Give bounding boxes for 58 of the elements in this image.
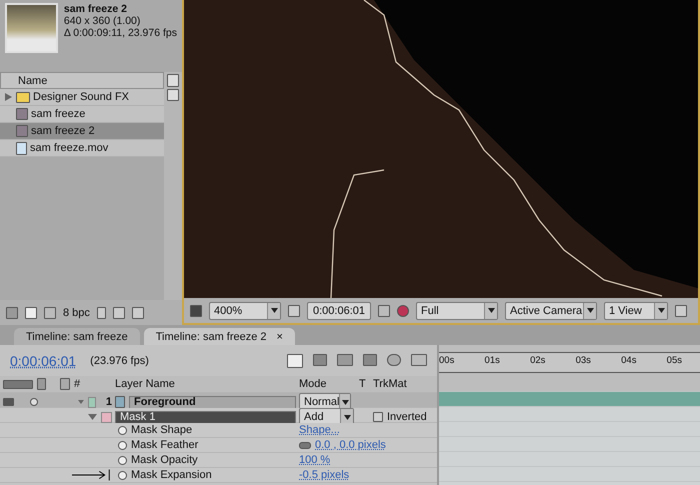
work-area-bar[interactable] [439, 345, 700, 353]
inverted-checkbox[interactable] [373, 412, 383, 422]
expand-icon[interactable] [4, 93, 13, 101]
view-layout-dropdown[interactable]: 1 View [604, 302, 668, 320]
ruler-tick: 00s [439, 355, 454, 366]
property-name: Mask Feather [131, 439, 198, 451]
zoom-dropdown[interactable]: 400% [209, 302, 281, 320]
ruler-tick: 04s [621, 355, 636, 366]
composition-name: sam freeze 2 [64, 3, 128, 15]
expand-icon[interactable] [88, 413, 97, 421]
mode-column-header: Mode [298, 377, 328, 392]
property-name: Mask Expansion [131, 469, 212, 481]
caret-icon[interactable] [586, 308, 594, 313]
composition-duration: Δ 0:00:09:11, 23.976 fps [64, 27, 177, 39]
layer-name-column-header: Layer Name [114, 377, 176, 392]
ruler-tick: 02s [530, 355, 546, 366]
timecode-field[interactable]: 0:00:06:01 [307, 302, 371, 320]
timeline-tab[interactable]: Timeline: sam freeze [14, 328, 140, 345]
current-time[interactable]: 0:00:06:01 [10, 352, 76, 368]
name-column-header[interactable]: Name [0, 72, 164, 89]
project-item[interactable]: sam freeze [0, 106, 164, 123]
camera-dropdown[interactable]: Active Camera [505, 302, 597, 320]
property-name: Mask Opacity [131, 454, 198, 466]
t-column-header: T [358, 377, 367, 392]
number-column-header: # [74, 378, 80, 390]
timeline-tab[interactable]: Timeline: sam freeze 2 × [144, 328, 295, 345]
resolution-dropdown[interactable]: Full [416, 302, 498, 320]
label-swatch[interactable] [88, 396, 96, 408]
frame-rate: (23.976 fps) [90, 354, 149, 366]
ruler-tick: 03s [576, 355, 591, 366]
caret-icon[interactable] [488, 308, 494, 313]
mask-name[interactable]: Mask 1 [115, 410, 296, 424]
project-item[interactable]: sam freeze 2 [0, 123, 164, 140]
composition-dimensions: 640 x 360 (1.00) [64, 15, 142, 27]
inverted-label: Inverted [387, 411, 427, 423]
photo-placeholder [5, 3, 58, 53]
property-value[interactable]: -0.5 pixels [299, 469, 350, 481]
close-icon[interactable]: × [276, 330, 283, 342]
label-swatch[interactable] [101, 412, 112, 422]
expand-icon[interactable] [78, 398, 84, 406]
property-value[interactable]: 0.0 , 0.0 pixels [315, 439, 386, 451]
project-item[interactable]: sam freeze.mov [0, 140, 164, 157]
caret-icon[interactable] [342, 400, 349, 404]
ruler-tick: 05s [666, 355, 682, 366]
layer-number: 1 [106, 396, 112, 408]
property-name: Mask Shape [131, 424, 192, 436]
layer-name[interactable]: Foreground [129, 396, 296, 408]
mask-row[interactable]: Mask 1 Add Inverted [0, 408, 437, 423]
layer-row[interactable]: 1 Foreground Normal [0, 393, 437, 408]
project-item[interactable]: Designer Sound FX [0, 89, 164, 106]
trkmat-column-header: TrkMat [372, 377, 408, 392]
property-value[interactable]: Shape... [299, 424, 340, 436]
caret-icon[interactable] [270, 308, 278, 313]
caret-icon[interactable] [344, 414, 350, 420]
ruler-tick: 01s [484, 355, 500, 366]
property-value[interactable]: 100 % [299, 454, 330, 466]
caret-icon[interactable] [658, 308, 664, 313]
bit-depth[interactable]: 8 bpc [63, 306, 90, 318]
